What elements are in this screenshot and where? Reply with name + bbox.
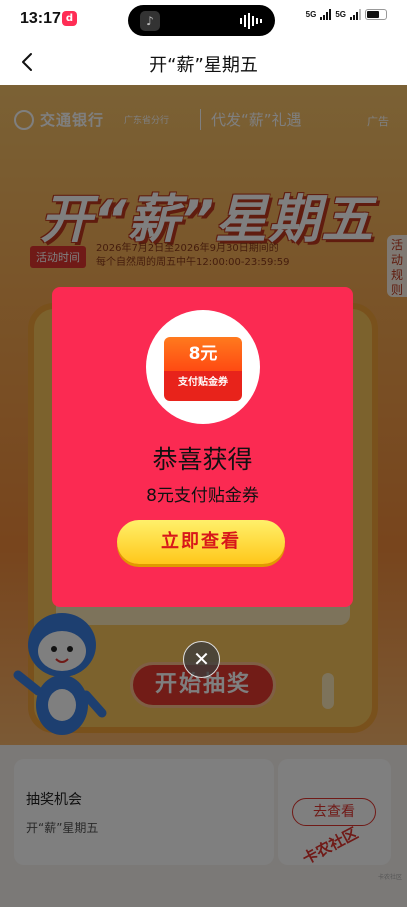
prize-modal: 8元 支付贴金券 恭喜获得 8元支付贴金券 立即查看 — [52, 287, 353, 607]
status-time: 13:17 — [20, 10, 61, 27]
network-type-2: 5G — [335, 10, 346, 19]
signal-icon — [320, 9, 332, 20]
nav-bar: 开“薪”星期五 — [0, 40, 407, 85]
congrats-title: 恭喜获得 — [152, 445, 253, 474]
app-notification-icon: d — [62, 11, 77, 26]
prize-description: 8元支付贴金券 — [146, 486, 259, 506]
coupon-label: 支付贴金券 — [164, 371, 242, 401]
network-type-1: 5G — [305, 10, 317, 19]
view-now-button[interactable]: 立即查看 — [117, 520, 285, 564]
coupon-circle: 8元 支付贴金券 — [146, 310, 260, 424]
audio-wave-icon — [240, 13, 262, 29]
status-indicators: 5G 5G — [306, 9, 387, 20]
coupon-amount: 8元 — [164, 337, 242, 371]
music-icon: ♪ — [140, 11, 160, 31]
coupon-icon: 8元 支付贴金券 — [164, 337, 242, 401]
page-title: 开“薪”星期五 — [149, 55, 258, 76]
signal-icon — [350, 9, 361, 20]
battery-icon — [365, 9, 387, 20]
status-bar: 13:17 d ♪ 5G 5G — [0, 0, 407, 40]
close-icon[interactable]: ✕ — [183, 641, 220, 678]
dynamic-island[interactable]: ♪ — [128, 5, 275, 36]
